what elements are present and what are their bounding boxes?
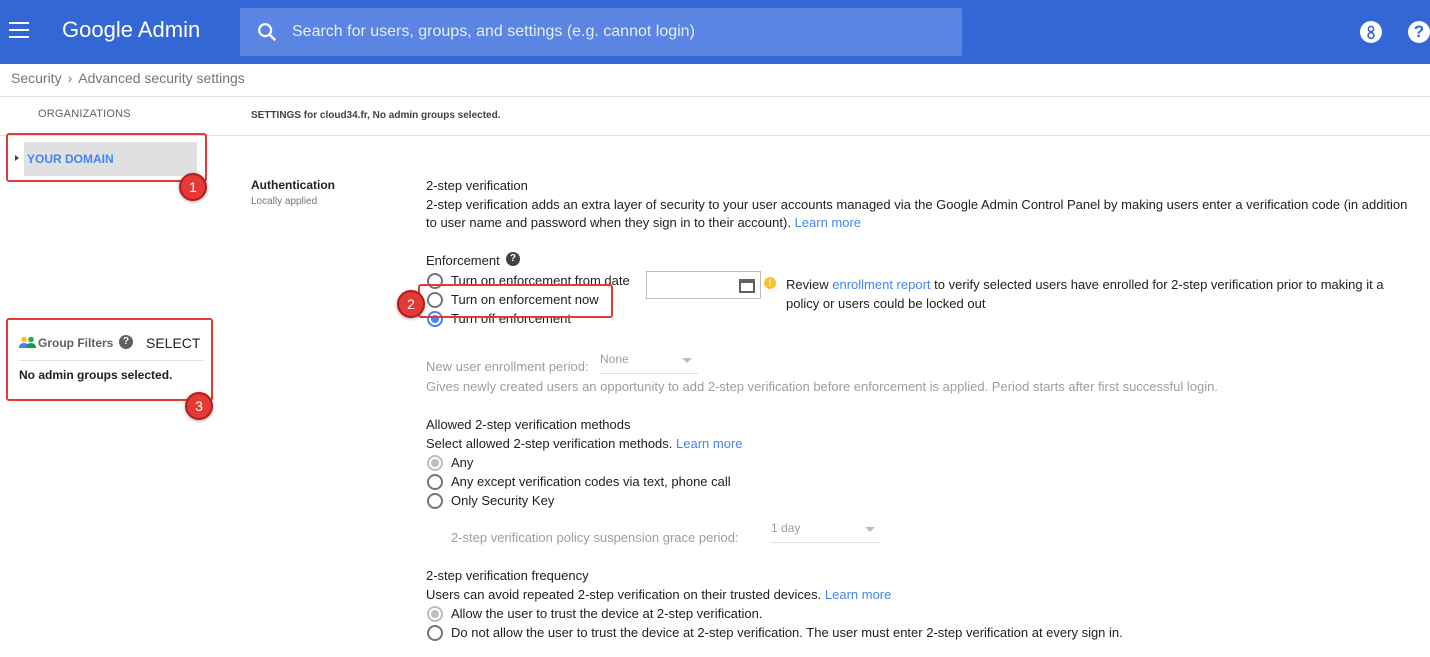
search-bar[interactable]: Search for users, groups, and settings (… (240, 8, 962, 56)
radio-no-trust-device[interactable] (427, 625, 443, 641)
annotation-box-3 (6, 318, 213, 401)
two-step-description-cont: to user name and password when they sign… (426, 215, 862, 230)
annotation-marker-2: 2 (397, 290, 425, 318)
annotation-marker-1: 1 (179, 173, 207, 201)
search-icon[interactable] (256, 21, 278, 43)
grace-period-select[interactable]: 1 day (771, 521, 881, 543)
section-subtitle: Locally applied (251, 196, 318, 207)
radio-method-any[interactable] (427, 455, 443, 471)
grace-period-label: 2-step verification policy suspension gr… (451, 530, 739, 545)
radio-label[interactable]: Do not allow the user to trust the devic… (451, 623, 1123, 642)
learn-more-link[interactable]: Learn more (825, 587, 891, 602)
calendar-icon[interactable] (739, 279, 755, 293)
enrollment-period-select[interactable]: None (600, 352, 698, 374)
divider (0, 135, 1430, 136)
warning-icon: ! (764, 277, 776, 289)
review-enrollment-notice: Review enrollment report to verify selec… (786, 277, 1384, 292)
annotation-box-2 (418, 284, 613, 318)
learn-more-link[interactable]: Learn more (795, 215, 861, 230)
section-title-authentication: Authentication (251, 178, 335, 192)
methods-description: Select allowed 2-step verification metho… (426, 436, 743, 451)
app-brand[interactable]: Google Admin (62, 17, 200, 43)
divider (0, 96, 1430, 97)
radio-label[interactable]: Allow the user to trust the device at 2-… (451, 604, 762, 623)
chevron-right-icon: › (67, 70, 73, 86)
radio-method-no-codes[interactable] (427, 474, 443, 490)
annotation-box-1 (6, 133, 207, 182)
help-icon[interactable]: ? (506, 252, 520, 266)
radio-label[interactable]: Any (451, 453, 473, 472)
breadcrumb-current: Advanced security settings (78, 70, 245, 86)
enrollment-period-help: Gives newly created users an opportunity… (426, 379, 1218, 394)
enforcement-label: Enforcement (426, 253, 500, 268)
top-app-bar: Google Admin Search for users, groups, a… (0, 0, 1430, 64)
settings-scope-header: SETTINGS for cloud34.fr, No admin groups… (251, 110, 501, 121)
radio-label[interactable]: Only Security Key (451, 491, 554, 510)
enrollment-period-label: New user enrollment period: (426, 359, 589, 374)
methods-title: Allowed 2-step verification methods (426, 417, 631, 432)
enforcement-date-input[interactable] (646, 271, 761, 299)
help-icon[interactable]: ? (1408, 21, 1430, 43)
two-step-title: 2-step verification (426, 178, 528, 193)
review-enrollment-notice-cont: policy or users could be locked out (786, 296, 986, 311)
chevron-down-icon (682, 358, 692, 363)
radio-label[interactable]: Any except verification codes via text, … (451, 472, 731, 491)
menu-icon[interactable] (9, 22, 29, 38)
breadcrumb-security[interactable]: Security (11, 70, 62, 86)
organizations-heading: ORGANIZATIONS (38, 108, 131, 120)
chevron-down-icon (865, 527, 875, 532)
frequency-title: 2-step verification frequency (426, 568, 589, 583)
frequency-description: Users can avoid repeated 2-step verifica… (426, 587, 892, 602)
annotation-marker-3: 3 (185, 392, 213, 420)
two-step-description: 2-step verification adds an extra layer … (426, 197, 1408, 212)
radio-method-security-key[interactable] (427, 493, 443, 509)
learn-more-link[interactable]: Learn more (676, 436, 742, 451)
breadcrumb: Security › Advanced security settings (11, 70, 245, 86)
enrollment-report-link[interactable]: enrollment report (832, 277, 930, 292)
apps-icon[interactable] (1360, 21, 1382, 43)
search-input[interactable]: Search for users, groups, and settings (… (292, 23, 695, 41)
radio-trust-device[interactable] (427, 606, 443, 622)
